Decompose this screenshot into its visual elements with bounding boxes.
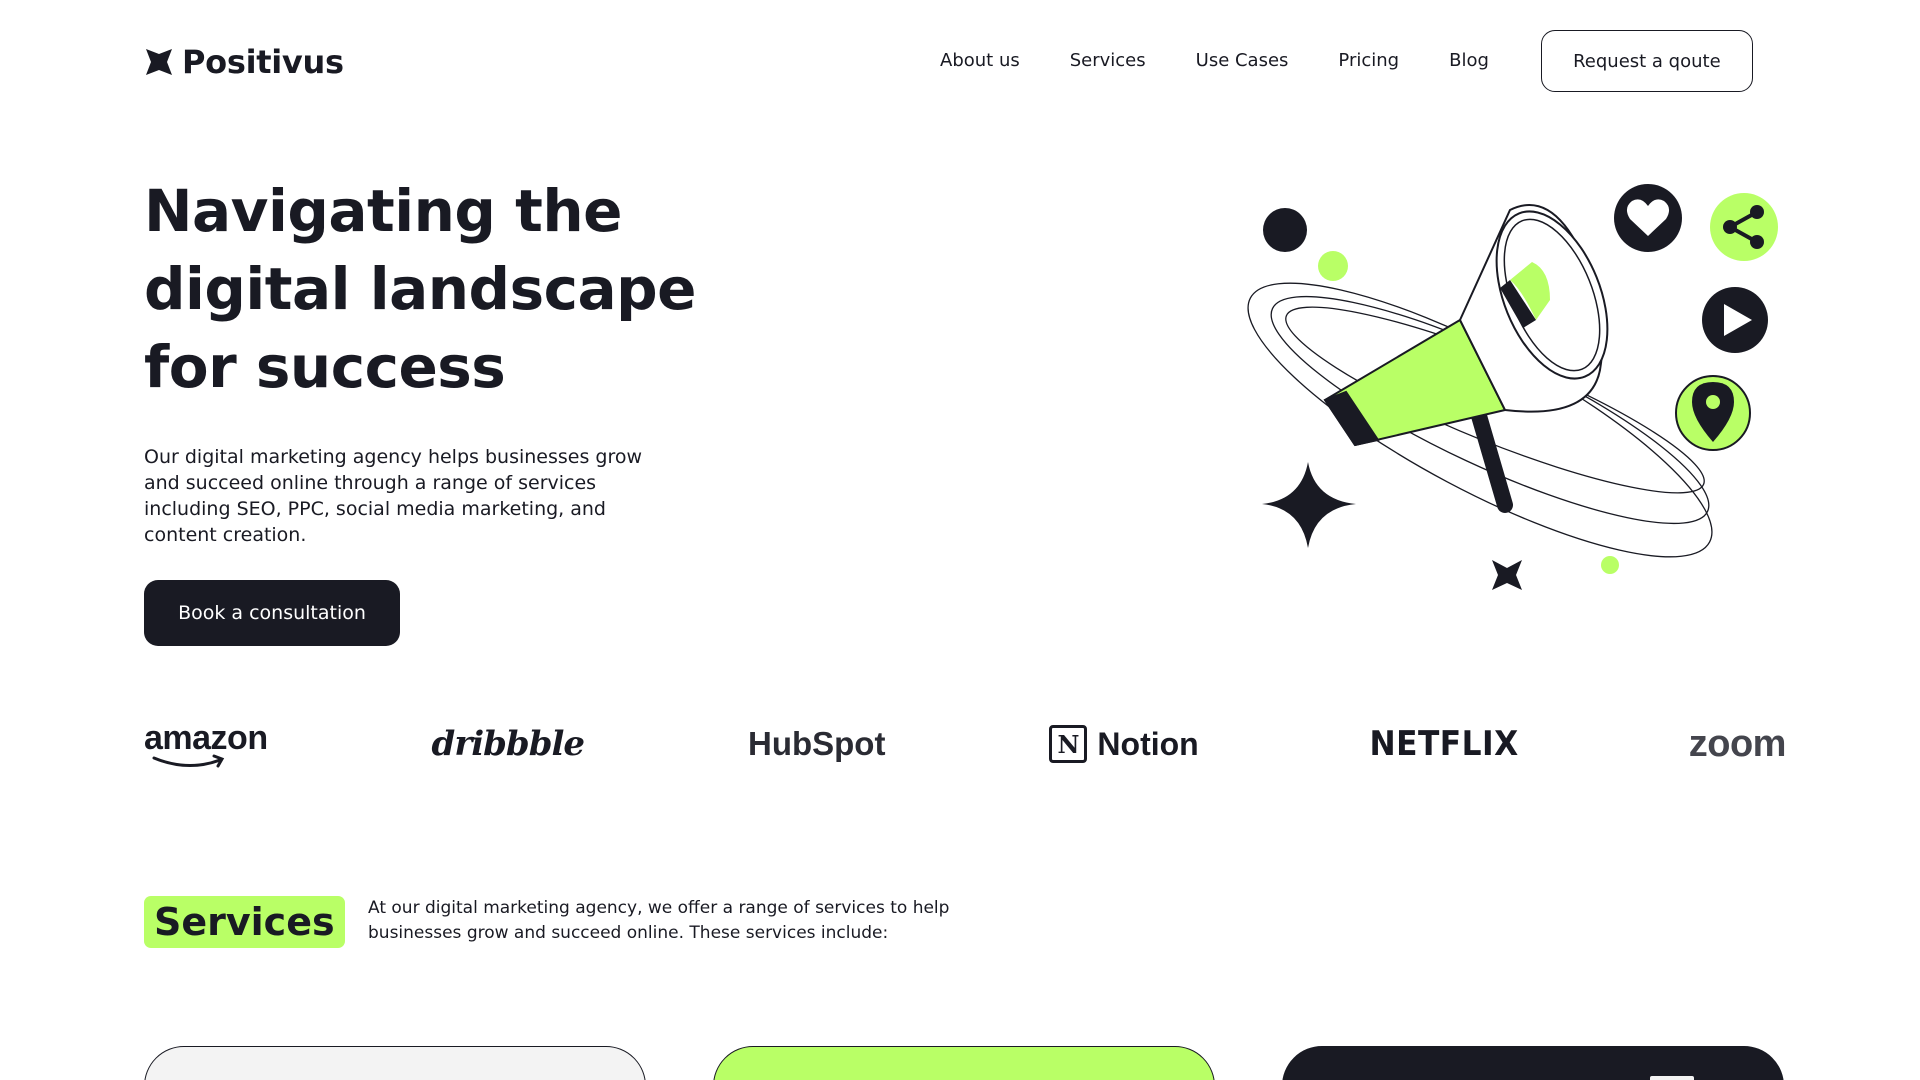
dribbble-logo: dribbble xyxy=(431,724,585,764)
positivus-logo[interactable]: Positivus xyxy=(144,40,344,84)
black-dot xyxy=(1263,208,1307,252)
play-icon xyxy=(1702,287,1768,353)
sparkle-star-icon xyxy=(1262,462,1522,590)
service-card-3-label-hint xyxy=(1650,1076,1694,1080)
small-green-dot xyxy=(1601,556,1619,574)
hero-description: Our digital marketing agency helps busin… xyxy=(144,446,643,546)
service-card-2[interactable] xyxy=(713,1046,1215,1080)
service-card-3[interactable] xyxy=(1282,1046,1784,1080)
amazon-logo: amazon xyxy=(144,712,268,776)
main-nav: About us Services Use Cases Pricing Blog… xyxy=(940,30,1753,92)
notion-mark-icon: N xyxy=(1049,725,1088,763)
share-icon xyxy=(1710,193,1778,261)
nav-blog[interactable]: Blog xyxy=(1449,30,1489,92)
positivus-logo-icon xyxy=(146,49,172,75)
notion-logo-text: Notion xyxy=(1097,725,1199,762)
services-heading: Services xyxy=(144,896,345,948)
netflix-logo: NETFLIX xyxy=(1369,724,1519,764)
green-dot xyxy=(1318,251,1348,281)
services-description: At our digital marketing agency, we offe… xyxy=(368,898,950,943)
service-card-1[interactable] xyxy=(144,1046,646,1080)
amazon-logo-text: amazon xyxy=(144,718,268,757)
zoom-logo: zoom xyxy=(1688,722,1787,765)
hero-illustration xyxy=(1247,184,1778,590)
client-logos: amazon dribbble HubSpot N Notion NETFLIX… xyxy=(144,712,1786,776)
logo-text: Positivus xyxy=(182,43,344,81)
hubspot-logo: HubSpot xyxy=(747,725,886,762)
megaphone-icon xyxy=(1323,204,1609,513)
location-pin-icon xyxy=(1675,375,1751,451)
nav-services[interactable]: Services xyxy=(1070,30,1146,92)
heart-icon xyxy=(1614,184,1682,252)
notion-logo: N Notion xyxy=(1049,712,1199,776)
hero-title: Navigating the digital landscape for suc… xyxy=(144,177,696,401)
nav-about-us[interactable]: About us xyxy=(940,30,1020,92)
amazon-smile-icon xyxy=(152,754,225,768)
nav-use-cases[interactable]: Use Cases xyxy=(1196,30,1289,92)
book-consultation-button[interactable]: Book a consultation xyxy=(144,580,400,646)
request-quote-button[interactable]: Request a qoute xyxy=(1540,30,1753,92)
nav-pricing[interactable]: Pricing xyxy=(1338,30,1399,92)
